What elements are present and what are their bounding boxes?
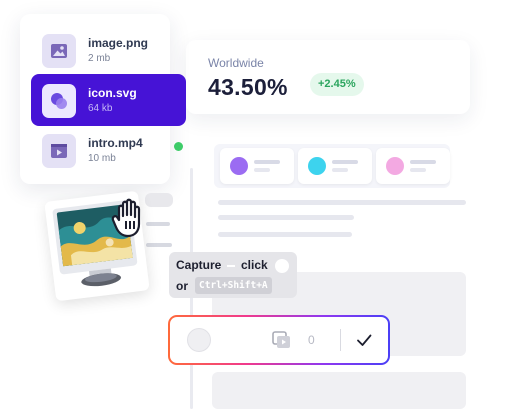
category-chip[interactable] (298, 148, 372, 184)
stat-change-badge: +2.45% (310, 73, 364, 96)
tooltip-click-text: click (241, 258, 268, 272)
file-item-icon[interactable]: icon.svg 64 kb (31, 74, 186, 126)
file-item-image[interactable]: image.png 2 mb (31, 24, 186, 76)
shapes-icon (42, 84, 76, 118)
placeholder-line (254, 160, 280, 164)
image-icon (42, 34, 76, 68)
stat-label: Worldwide (208, 56, 264, 70)
file-name: image.png (88, 36, 149, 50)
content-block (212, 372, 466, 409)
toolbar-divider (340, 329, 341, 351)
media-stack-icon[interactable] (272, 331, 292, 349)
placeholder-line (218, 200, 466, 205)
tooltip-or-text: or (176, 279, 188, 293)
capture-toolbar: 0 (168, 315, 390, 365)
stat-card: Worldwide 43.50% +2.45% (186, 40, 470, 114)
placeholder-line (218, 232, 352, 237)
category-chip[interactable] (376, 148, 450, 184)
capture-count: 0 (308, 333, 315, 347)
placeholder-line (332, 168, 348, 172)
placeholder-line (410, 160, 436, 164)
placeholder-line (146, 243, 172, 247)
placeholder-line (254, 168, 270, 172)
tooltip-capture-text: Capture (176, 258, 222, 272)
record-dot-icon (275, 259, 289, 273)
placeholder-line (332, 160, 358, 164)
file-list-card: image.png 2 mb icon.svg 64 kb intro.mp4 … (20, 14, 186, 184)
check-icon[interactable] (354, 330, 374, 350)
capture-button[interactable] (187, 328, 211, 352)
stat-value: 43.50% (208, 74, 288, 100)
pink-dot-icon (386, 157, 404, 175)
cyan-dot-icon (308, 157, 326, 175)
hand-cursor-icon (110, 196, 150, 240)
file-name: intro.mp4 (88, 136, 143, 150)
category-chip[interactable] (220, 148, 294, 184)
video-icon (42, 134, 76, 168)
capture-tooltip: Capture click or Ctrl+Shift+A (169, 252, 297, 298)
placeholder-line (218, 215, 354, 220)
tooltip-separator (227, 265, 235, 267)
file-item-video[interactable]: intro.mp4 10 mb (31, 124, 186, 176)
placeholder-line (410, 168, 426, 172)
file-size: 10 mb (88, 153, 116, 164)
file-size: 2 mb (88, 53, 111, 64)
purple-dot-icon (230, 157, 248, 175)
file-size: 64 kb (88, 103, 113, 114)
shortcut-key: Ctrl+Shift+A (195, 277, 272, 294)
file-name: icon.svg (88, 86, 137, 100)
